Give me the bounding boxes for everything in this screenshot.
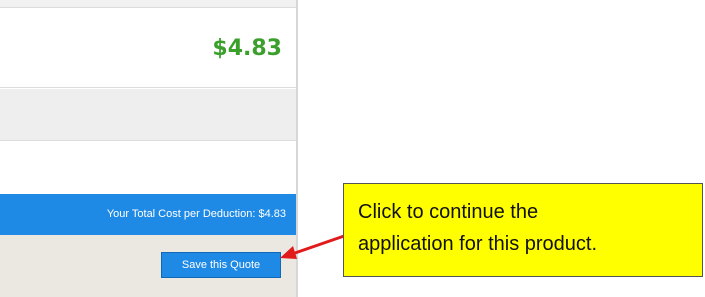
callout-line-2: application for this product.	[358, 233, 598, 255]
callout-line-1: Click to continue the	[358, 201, 539, 223]
arrow-head	[280, 246, 297, 259]
arrow-line	[291, 233, 348, 256]
instruction-callout: Click to continue the application for th…	[343, 183, 703, 277]
